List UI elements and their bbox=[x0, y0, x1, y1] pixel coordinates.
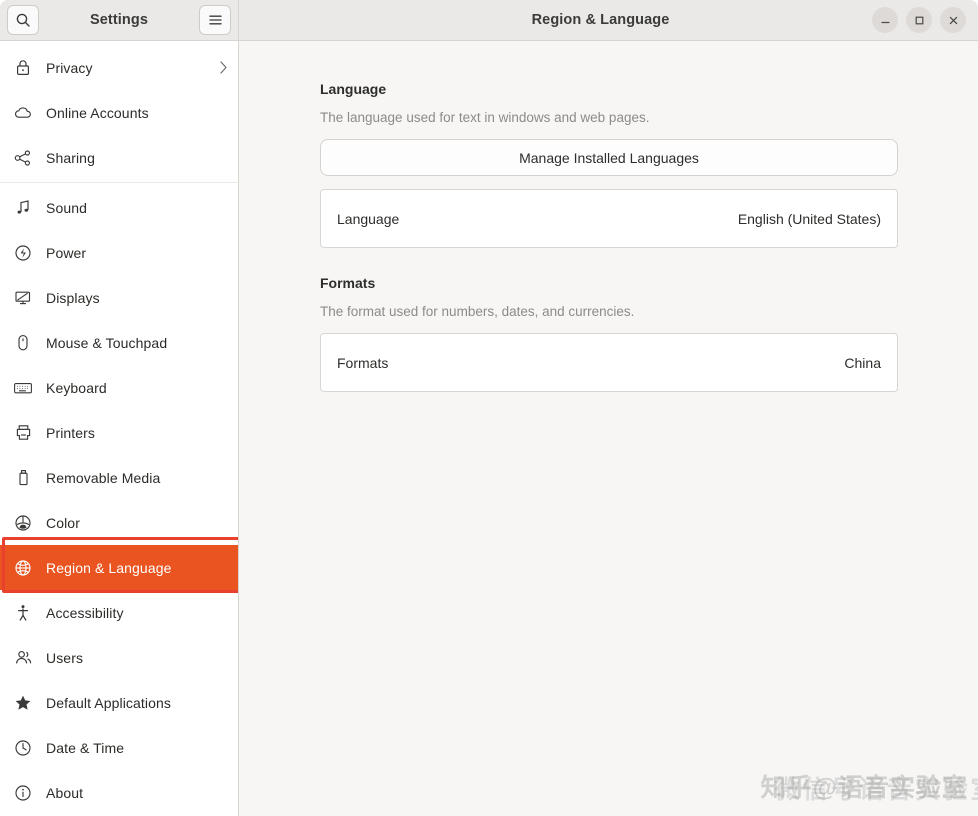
sidebar-item-label: Color bbox=[46, 514, 80, 531]
row-label: Formats bbox=[337, 354, 389, 371]
sidebar-item-label: Sound bbox=[46, 199, 87, 216]
section-title: Formats bbox=[320, 275, 376, 291]
info-icon bbox=[12, 782, 34, 804]
sidebar-item-privacy[interactable]: Privacy bbox=[0, 45, 238, 90]
sidebar-item-label: Default Applications bbox=[46, 694, 171, 711]
chevron-right-icon bbox=[219, 60, 228, 75]
sidebar-header: Settings bbox=[0, 0, 239, 40]
watermark-text-b: 微信号语音实验室 bbox=[774, 776, 978, 804]
sidebar-item-printers[interactable]: Printers bbox=[0, 410, 238, 455]
language-card: Language English (United States) bbox=[320, 189, 898, 248]
sidebar-item-color[interactable]: Color bbox=[0, 500, 238, 545]
title-bar: Settings Region & Language bbox=[0, 0, 978, 41]
sidebar-item-region-language[interactable]: Region & Language bbox=[0, 545, 238, 590]
sidebar-item-mouse-touchpad[interactable]: Mouse & Touchpad bbox=[0, 320, 238, 365]
sidebar-item-keyboard[interactable]: Keyboard bbox=[0, 365, 238, 410]
minimize-button[interactable] bbox=[872, 7, 898, 33]
display-icon bbox=[12, 287, 34, 309]
main-content: Language The language used for text in w… bbox=[239, 41, 978, 816]
star-icon bbox=[12, 692, 34, 714]
sidebar-item-label: Date & Time bbox=[46, 739, 125, 756]
watermark: 知乎@语音实验室 微信号语音实验室 bbox=[760, 768, 978, 804]
maximize-button[interactable] bbox=[906, 7, 932, 33]
sidebar-title: Settings bbox=[90, 12, 148, 28]
sidebar-item-label: Users bbox=[46, 649, 84, 666]
language-row[interactable]: Language English (United States) bbox=[321, 190, 897, 247]
sidebar-item-label: Region & Language bbox=[46, 559, 172, 576]
window-controls bbox=[872, 7, 978, 33]
globe-icon bbox=[12, 557, 34, 579]
sidebar-item-power[interactable]: Power bbox=[0, 230, 238, 275]
sidebar-item-online-accounts[interactable]: Online Accounts bbox=[0, 90, 238, 135]
settings-sidebar[interactable]: Privacy Online Accounts Sharing Sound Po… bbox=[0, 41, 239, 816]
sidebar-item-label: Displays bbox=[46, 289, 100, 306]
close-button[interactable] bbox=[940, 7, 966, 33]
window-body: Privacy Online Accounts Sharing Sound Po… bbox=[0, 41, 978, 816]
sidebar-item-sound[interactable]: Sound bbox=[0, 185, 238, 230]
formats-section: Formats The format used for numbers, dat… bbox=[320, 275, 898, 392]
accessibility-icon bbox=[12, 602, 34, 624]
settings-window: Settings Region & Language Privacy Onlin… bbox=[0, 0, 978, 816]
row-value: English (United States) bbox=[737, 210, 881, 227]
window-header: Region & Language bbox=[239, 0, 978, 40]
users-icon bbox=[12, 647, 34, 669]
sidebar-item-displays[interactable]: Displays bbox=[0, 275, 238, 320]
sidebar-item-label: Accessibility bbox=[46, 604, 124, 621]
section-description: The language used for text in windows an… bbox=[320, 110, 650, 125]
sidebar-item-label: Printers bbox=[46, 424, 96, 441]
sidebar-item-default-applications[interactable]: Default Applications bbox=[0, 680, 238, 725]
watermark-text-a: 知乎@语音实验室 bbox=[760, 774, 968, 802]
manage-installed-languages-button[interactable]: Manage Installed Languages bbox=[320, 139, 898, 176]
lock-icon bbox=[12, 57, 34, 79]
row-label: Language bbox=[337, 210, 400, 227]
sidebar-item-label: Mouse & Touchpad bbox=[46, 334, 168, 351]
sidebar-item-users[interactable]: Users bbox=[0, 635, 238, 680]
sidebar-item-about[interactable]: About bbox=[0, 770, 238, 815]
clock-icon bbox=[12, 737, 34, 759]
color-icon bbox=[12, 512, 34, 534]
sidebar-item-label: About bbox=[46, 784, 84, 801]
power-icon bbox=[12, 242, 34, 264]
hamburger-menu-icon bbox=[208, 14, 223, 26]
window-title: Region & Language bbox=[531, 12, 670, 28]
sidebar-item-label: Privacy bbox=[46, 59, 93, 76]
language-section: Language The language used for text in w… bbox=[320, 81, 898, 248]
cloud-icon bbox=[12, 102, 34, 124]
section-description: The format used for numbers, dates, and … bbox=[320, 304, 635, 319]
sidebar-item-label: Power bbox=[46, 244, 87, 261]
sidebar-item-label: Keyboard bbox=[46, 379, 107, 396]
share-nodes-icon bbox=[12, 147, 34, 169]
sidebar-item-removable-media[interactable]: Removable Media bbox=[0, 455, 238, 500]
formats-row[interactable]: Formats China bbox=[321, 334, 897, 391]
sidebar-item-label: Removable Media bbox=[46, 469, 161, 486]
printer-icon bbox=[12, 422, 34, 444]
sidebar-item-label: Sharing bbox=[46, 149, 95, 166]
sidebar-item-date-time[interactable]: Date & Time bbox=[0, 725, 238, 770]
row-value: China bbox=[844, 354, 881, 371]
formats-card: Formats China bbox=[320, 333, 898, 392]
sidebar-separator bbox=[0, 182, 238, 183]
main-menu-button[interactable] bbox=[199, 5, 231, 35]
music-note-icon bbox=[12, 197, 34, 219]
usb-drive-icon bbox=[12, 467, 34, 489]
sidebar-item-sharing[interactable]: Sharing bbox=[0, 135, 238, 180]
search-icon bbox=[15, 12, 31, 28]
sidebar-item-label: Online Accounts bbox=[46, 104, 149, 121]
sidebar-item-accessibility[interactable]: Accessibility bbox=[0, 590, 238, 635]
search-button[interactable] bbox=[7, 5, 39, 35]
section-title: Language bbox=[320, 81, 387, 97]
keyboard-icon bbox=[12, 377, 34, 399]
mouse-icon bbox=[12, 332, 34, 354]
